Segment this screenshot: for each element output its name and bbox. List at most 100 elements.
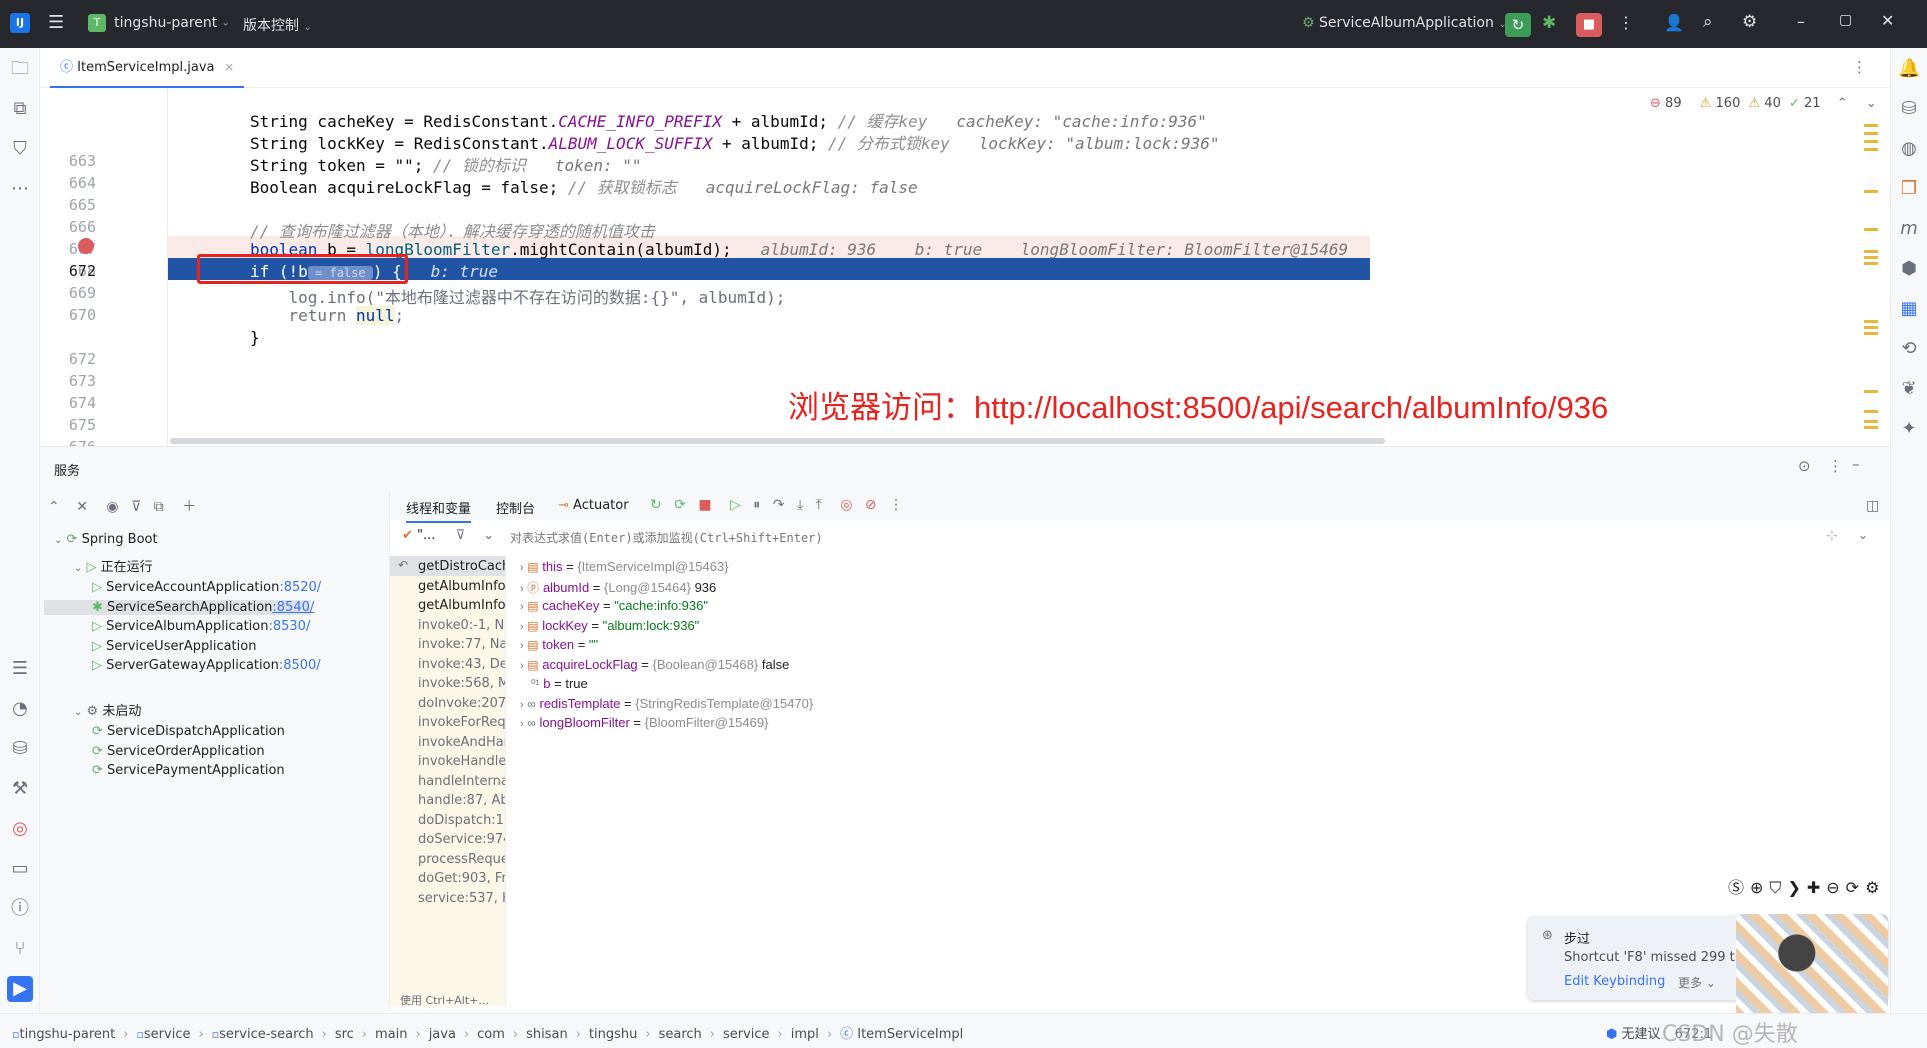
settings-icon[interactable]: ⚙ bbox=[1865, 878, 1885, 897]
service-port-link[interactable]: :8520/ bbox=[279, 580, 321, 595]
variable-row[interactable]: › ⓟ albumId = {Long@15464} 936 bbox=[520, 579, 716, 596]
step-into-icon[interactable]: ⤓ bbox=[797, 497, 803, 513]
image-icon[interactable]: ▦ bbox=[1898, 298, 1920, 320]
tab-threads-variables[interactable]: 线程和变量 bbox=[406, 498, 472, 523]
breadcrumb-item[interactable]: java bbox=[429, 1027, 456, 1042]
app-logo-icon[interactable]: IJ bbox=[10, 13, 30, 33]
new-tab-icon[interactable]: ⧉ bbox=[154, 499, 164, 515]
service-port-link[interactable]: :8540/ bbox=[272, 600, 314, 615]
hexagon-icon[interactable]: ⬢ bbox=[1898, 258, 1920, 280]
stack-frame[interactable]: invokeAndHar bbox=[418, 735, 505, 750]
editor-tab[interactable]: ⓒ ItemServiceImpl.java ✕ bbox=[50, 48, 244, 88]
chevron-right-icon[interactable]: › bbox=[520, 699, 524, 711]
variable-row[interactable]: › ▤ acquireLockFlag = {Boolean@15468} fa… bbox=[520, 657, 789, 672]
build-hammer-icon[interactable]: ⚒ bbox=[9, 778, 31, 800]
rerun-button[interactable]: ↻ bbox=[1505, 13, 1531, 37]
stack-frame[interactable]: handleInterna bbox=[418, 774, 505, 789]
chevron-right-icon[interactable]: › bbox=[520, 640, 524, 652]
chevron-right-icon[interactable]: › bbox=[520, 583, 524, 595]
service-item-stopped[interactable]: ⟳ ServiceOrderApplication bbox=[92, 744, 265, 759]
breadcrumb-item[interactable]: ▫tingshu-parent bbox=[12, 1027, 115, 1042]
breadcrumb-item[interactable]: shisan bbox=[526, 1027, 568, 1042]
chevron-down-icon[interactable]: ⌄ bbox=[483, 528, 494, 543]
filter-icon[interactable]: ⊽ bbox=[456, 528, 466, 543]
maximize-window-icon[interactable]: ▢ bbox=[1839, 12, 1852, 28]
more-options-icon[interactable]: ⋮ bbox=[1828, 457, 1843, 475]
profiler-icon[interactable]: ◔ bbox=[9, 698, 31, 720]
stack-frame[interactable]: doService:974 bbox=[418, 832, 505, 847]
rerun-icon[interactable]: ↻ bbox=[650, 497, 662, 513]
stack-frame[interactable]: invoke:43, De bbox=[418, 657, 505, 672]
add-user-icon[interactable]: 👤 bbox=[1664, 13, 1684, 32]
tree-running-group[interactable]: ⌄ ▷ 正在运行 bbox=[74, 556, 153, 575]
service-port-link[interactable]: :8530/ bbox=[268, 619, 310, 634]
filter-icon[interactable]: ⊽ bbox=[131, 499, 141, 515]
breadcrumb-item[interactable]: tingshu bbox=[589, 1027, 637, 1042]
terminal-icon[interactable]: ▭ bbox=[9, 858, 31, 880]
web-icon[interactable]: ◍ bbox=[1898, 138, 1920, 160]
service-item-stopped[interactable]: ⟳ ServicePaymentApplication bbox=[92, 763, 285, 778]
error-stripe[interactable] bbox=[1864, 120, 1878, 440]
stack-frame[interactable]: getAlbumInfo: bbox=[418, 579, 505, 594]
collapse-all-icon[interactable]: ✕ bbox=[76, 499, 88, 515]
service-item-stopped[interactable]: ⟳ ServiceDispatchApplication bbox=[92, 724, 285, 739]
minus-icon[interactable]: ⊖ bbox=[1826, 878, 1845, 897]
ai-assistant-icon[interactable]: ✦ bbox=[1898, 418, 1920, 440]
step-out-icon[interactable]: ⤒ bbox=[816, 497, 822, 513]
maven-icon[interactable]: m bbox=[1898, 218, 1920, 240]
tab-options-icon[interactable]: ⋮ bbox=[1852, 58, 1867, 76]
horizontal-scrollbar[interactable] bbox=[170, 438, 1385, 444]
hide-panel-icon[interactable]: – bbox=[1852, 455, 1860, 473]
arrow-icon[interactable]: ❯ bbox=[1787, 878, 1806, 897]
service-item-running[interactable]: ✱ ServiceSearchApplication:8540/ bbox=[44, 599, 314, 615]
services-options-icon[interactable]: ⊙ bbox=[1798, 457, 1811, 475]
more-link[interactable]: 更多 ⌄ bbox=[1678, 974, 1716, 991]
close-tab-icon[interactable]: ✕ bbox=[225, 61, 234, 74]
stack-frame[interactable]: invokeHandle bbox=[418, 754, 505, 769]
stack-frame[interactable]: doGet:903, Fr bbox=[418, 871, 505, 886]
database-icon[interactable]: ⛁ bbox=[9, 738, 31, 760]
breakpoint-icon[interactable] bbox=[78, 238, 94, 254]
history-icon[interactable]: ⟲ bbox=[1898, 338, 1920, 360]
minimize-window-icon[interactable]: – bbox=[1797, 12, 1805, 31]
variable-row[interactable]: › ▤ cacheKey = "cache:info:936" bbox=[520, 598, 708, 613]
variable-row[interactable]: › ∞ redisTemplate = {StringRedisTemplate… bbox=[520, 696, 813, 711]
main-menu-icon[interactable]: ☰ bbox=[48, 12, 64, 33]
chevron-right-icon[interactable]: › bbox=[520, 718, 524, 730]
chevron-down-icon[interactable]: ⌄ bbox=[1866, 96, 1877, 111]
service-item-running[interactable]: ▷ ServiceAlbumApplication:8530/ bbox=[92, 619, 310, 634]
tab-console[interactable]: 控制台 bbox=[496, 498, 535, 517]
stack-frame[interactable]: invokeForReq bbox=[418, 715, 505, 730]
inspection-widget[interactable]: ⊖ 89 ⚠ 160 ⚠ 40 ✓ 21 ⌃ ⌄ bbox=[1650, 96, 1877, 111]
service-port-link[interactable]: :8500/ bbox=[279, 658, 321, 673]
close-window-icon[interactable]: ✕ bbox=[1881, 11, 1894, 30]
stop-icon[interactable]: ■ bbox=[698, 497, 711, 513]
shirt-icon[interactable]: ⛉ bbox=[1769, 878, 1787, 897]
stack-frame[interactable]: getAlbumInfo: bbox=[418, 598, 505, 613]
restart-icon[interactable]: ⟳ bbox=[674, 497, 686, 513]
breadcrumb-item[interactable]: service bbox=[723, 1027, 770, 1042]
crosshair-icon[interactable]: ⊕ bbox=[1750, 878, 1769, 897]
database-icon[interactable]: ⛁ bbox=[1898, 98, 1920, 120]
pause-icon[interactable]: ⏸ bbox=[753, 497, 760, 513]
edit-keybinding-link[interactable]: Edit Keybinding bbox=[1564, 974, 1665, 989]
run-config-selector[interactable]: ⚙ ServiceAlbumApplication ⌄ bbox=[1302, 15, 1507, 31]
project-folder-icon[interactable]: 🗀 bbox=[9, 58, 31, 80]
stack-frame[interactable]: invoke:568, M bbox=[418, 676, 505, 691]
expand-all-icon[interactable]: ⌃ bbox=[48, 499, 60, 515]
variable-row[interactable]: ⁰¹ b = true bbox=[520, 676, 588, 691]
variable-row[interactable]: › ▤ token = "" bbox=[520, 637, 598, 652]
stack-frame[interactable]: doInvoke:207, bbox=[418, 696, 505, 711]
variable-row[interactable]: › ▤ this = {ItemServiceImpl@15463} bbox=[520, 559, 729, 574]
breadcrumb-item[interactable]: ▫service-search bbox=[212, 1027, 314, 1042]
more-actions-icon[interactable]: ⋮ bbox=[1618, 13, 1634, 32]
breadcrumb-item[interactable]: search bbox=[659, 1027, 702, 1042]
debug-button[interactable]: ✱ bbox=[1542, 13, 1556, 33]
stack-frame[interactable]: handle:87, Ab bbox=[418, 793, 505, 808]
search-icon[interactable]: ⌕ bbox=[1703, 12, 1713, 32]
project-switcher[interactable]: T tingshu-parent ⌄ bbox=[88, 14, 230, 32]
chevron-right-icon[interactable]: › bbox=[520, 562, 524, 574]
stack-frame[interactable]: service:537, H bbox=[418, 891, 505, 906]
services-icon[interactable]: ▶ bbox=[7, 976, 33, 1002]
service-item-running[interactable]: ▷ ServerGatewayApplication:8500/ bbox=[92, 658, 321, 673]
